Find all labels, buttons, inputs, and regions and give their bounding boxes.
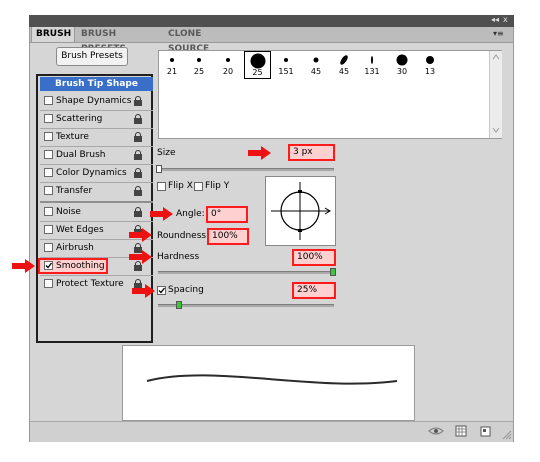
roundness-value[interactable]: 100%: [207, 228, 249, 245]
checkbox[interactable]: [44, 186, 53, 195]
checkbox[interactable]: [44, 168, 53, 177]
sidebar-item-texture[interactable]: Texture: [40, 129, 153, 145]
size-value[interactable]: 3 px: [288, 144, 335, 161]
stroke-curve: [146, 374, 398, 385]
angle-value[interactable]: 0°: [206, 206, 248, 223]
toggle-live-tip-icon[interactable]: [428, 425, 444, 437]
pointer-arrow-icon: [12, 259, 35, 273]
sidebar-item-color-dynamics[interactable]: Color Dynamics: [40, 165, 153, 181]
sidebar-item-label: Transfer: [56, 186, 93, 196]
checkbox[interactable]: [44, 279, 53, 288]
lock-icon[interactable]: [134, 150, 142, 160]
sidebar-item-shape-dynamics[interactable]: Shape Dynamics: [40, 93, 153, 109]
checkbox[interactable]: [44, 243, 53, 252]
checkmark-icon: [45, 262, 53, 269]
resize-grip-icon[interactable]: [502, 430, 512, 440]
spacing-slider-handle[interactable]: [176, 301, 182, 309]
crosshair-icon: [271, 182, 331, 240]
brush-picker-scrollbar[interactable]: [489, 51, 502, 138]
grid-icon[interactable]: [455, 425, 467, 437]
sidebar-item-label: Noise: [56, 207, 81, 217]
stroke-preview: [122, 345, 415, 421]
sidebar-item-label: Protect Texture: [56, 279, 124, 289]
tab-clone-source[interactable]: CLONE SOURCE: [164, 27, 246, 54]
brush-tip-45-angled[interactable]: 45: [332, 51, 356, 79]
hardness-slider-handle[interactable]: [330, 268, 336, 276]
lock-icon[interactable]: [134, 132, 142, 142]
checkbox[interactable]: [44, 207, 53, 216]
panel-menu-icon[interactable]: ▾≡: [493, 29, 504, 38]
flip-x-label: Flip X: [168, 181, 193, 191]
roundness-label: Roundness:: [157, 231, 210, 241]
tab-brush-presets[interactable]: BRUSH PRESETS: [77, 27, 163, 54]
brush-tip-25-selected[interactable]: 25: [244, 51, 271, 79]
sidebar-item-label: Color Dynamics: [56, 168, 127, 178]
hardness-value[interactable]: 100%: [292, 249, 336, 266]
sidebar-item-label: Scattering: [56, 114, 103, 124]
panel-titlebar: ◂◂ x: [29, 15, 514, 27]
sidebar-item-label: Dual Brush: [56, 150, 106, 160]
lock-icon[interactable]: [134, 168, 142, 178]
checkbox[interactable]: [44, 96, 53, 105]
flip-y-label: Flip Y: [205, 181, 230, 191]
lock-icon[interactable]: [134, 114, 142, 124]
checkbox[interactable]: [44, 225, 53, 234]
flip-x-checkbox[interactable]: [157, 182, 166, 191]
brush-tip-45[interactable]: 45: [304, 51, 328, 79]
spacing-slider-track: [158, 304, 334, 307]
pointer-arrow-icon: [132, 284, 155, 298]
brush-tip-13[interactable]: 13: [418, 51, 442, 79]
sidebar-item-transfer[interactable]: Transfer: [40, 183, 153, 199]
angle-roundness-preview[interactable]: [265, 176, 336, 246]
brush-tip-shape-item[interactable]: Brush Tip Shape: [40, 77, 153, 91]
spacing-value[interactable]: 25%: [292, 282, 336, 299]
pointer-arrow-icon: [129, 228, 152, 242]
new-preset-icon[interactable]: [479, 425, 491, 437]
lock-icon[interactable]: [134, 186, 142, 196]
pointer-arrow-icon: [248, 146, 271, 160]
size-slider-handle[interactable]: [156, 165, 162, 173]
spacing-checkbox[interactable]: [157, 286, 166, 295]
sidebar-item-label: Airbrush: [56, 243, 94, 253]
checkbox[interactable]: [44, 132, 53, 141]
sidebar-item-dual-brush[interactable]: Dual Brush: [40, 147, 153, 163]
spacing-label: Spacing: [168, 285, 204, 295]
brush-tip-131[interactable]: 131: [360, 51, 384, 79]
hardness-slider-track: [158, 271, 334, 274]
hardness-label: Hardness: [157, 252, 200, 262]
sidebar-item-label: Shape Dynamics: [56, 96, 132, 106]
close-icon[interactable]: x: [503, 15, 508, 24]
lock-icon[interactable]: [134, 96, 142, 106]
sidebar-item-noise[interactable]: Noise: [40, 204, 153, 220]
lock-icon[interactable]: [134, 207, 142, 217]
pointer-arrow-icon: [150, 207, 173, 221]
brush-tip-21[interactable]: 21: [160, 51, 184, 79]
checkbox[interactable]: [44, 150, 53, 159]
angle-label: Angle:: [176, 209, 205, 219]
flip-y-checkbox[interactable]: [194, 182, 203, 191]
pointer-arrow-icon: [129, 250, 152, 264]
brush-tip-20[interactable]: 20: [216, 51, 240, 79]
brush-tip-151[interactable]: 151: [274, 51, 298, 79]
sidebar-item-label: Wet Edges: [56, 225, 104, 235]
checkmark-icon: [158, 287, 166, 294]
brush-presets-button[interactable]: Brush Presets: [56, 47, 128, 66]
sidebar-item-label: Texture: [56, 132, 89, 142]
scroll-up-icon[interactable]: [492, 54, 500, 60]
tab-brush[interactable]: BRUSH: [31, 27, 75, 42]
checkbox[interactable]: [44, 114, 53, 123]
divider: [40, 201, 153, 203]
checkbox[interactable]: [44, 261, 53, 270]
size-slider-track: [158, 168, 334, 171]
brush-tip-25[interactable]: 25: [187, 51, 211, 79]
collapse-icon[interactable]: ◂◂: [491, 15, 499, 24]
size-label: Size: [157, 148, 176, 158]
sidebar-item-label: Smoothing: [56, 261, 105, 271]
scroll-down-icon[interactable]: [492, 127, 500, 133]
sidebar-item-scattering[interactable]: Scattering: [40, 111, 153, 127]
brush-tip-30[interactable]: 30: [390, 51, 414, 79]
